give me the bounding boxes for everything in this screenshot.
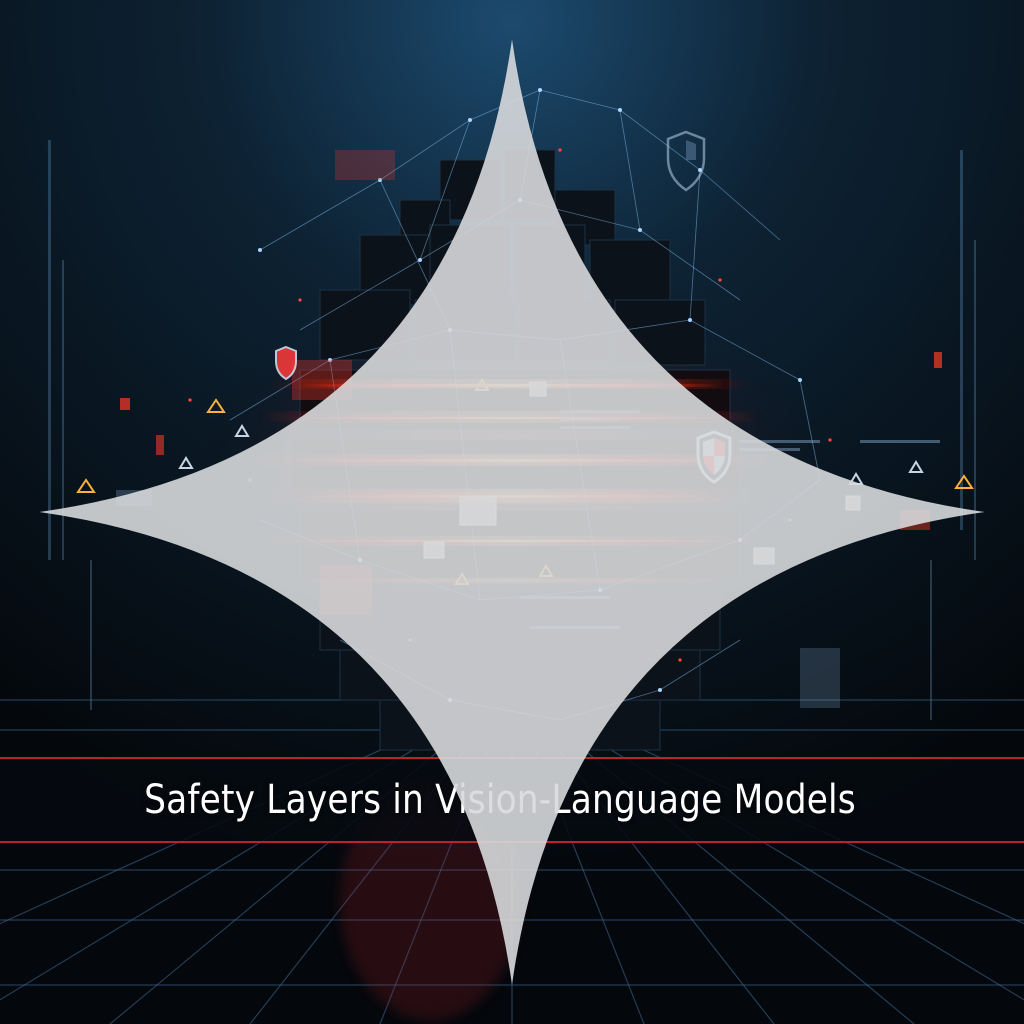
cover-image: Safety Layers in Vision-Language Models xyxy=(0,0,1024,1024)
sparkle-icon xyxy=(39,39,985,985)
